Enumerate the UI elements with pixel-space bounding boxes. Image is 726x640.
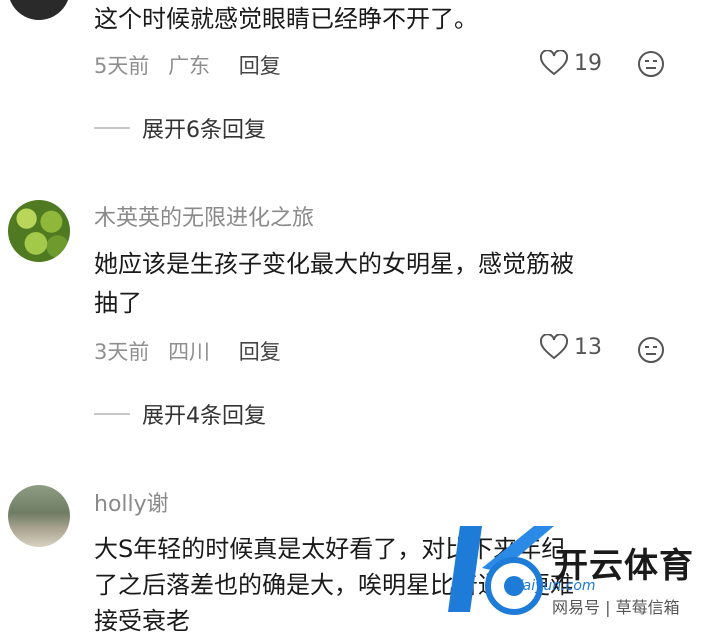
- heart-icon: [540, 334, 568, 360]
- avatar[interactable]: [8, 0, 70, 20]
- like-count: 19: [574, 50, 602, 76]
- comment-text-line-2: 抽了: [94, 289, 142, 317]
- username[interactable]: holly谢: [94, 486, 169, 518]
- heart-icon: [540, 50, 568, 76]
- like-button[interactable]: 19: [540, 50, 602, 76]
- comment-time: 5天前: [94, 54, 150, 78]
- expand-replies[interactable]: 展开6条回复: [94, 112, 266, 144]
- comment-meta: 5天前 广东 回复: [94, 50, 293, 80]
- avatar[interactable]: [8, 200, 70, 262]
- like-count: 13: [574, 334, 602, 360]
- username[interactable]: 木英英的无限进化之旅: [94, 200, 314, 232]
- watermark-sub: 网易号 | 草莓信箱: [552, 598, 680, 617]
- expand-label: 展开6条回复: [142, 118, 266, 143]
- comment-location: 四川: [168, 340, 211, 364]
- comment-text-line-1: 她应该是生孩子变化最大的女明星，感觉筋被: [94, 250, 574, 278]
- avatar[interactable]: [8, 485, 70, 547]
- comment-location: 广东: [168, 54, 211, 78]
- comment-text: 这个时候就感觉眼睛已经睁不开了。: [94, 5, 478, 33]
- watermark: 开云体育 Kaiyun.com 网易号 | 草莓信箱: [444, 520, 726, 624]
- reply-button[interactable]: 回复: [239, 340, 281, 364]
- dislike-face-icon[interactable]: [637, 336, 665, 364]
- dislike-face-icon[interactable]: [637, 50, 665, 78]
- expand-label: 展开4条回复: [142, 404, 266, 429]
- expand-replies[interactable]: 展开4条回复: [94, 398, 266, 430]
- watermark-url: Kaiyun.com: [514, 578, 596, 594]
- comment-time: 3天前: [94, 340, 150, 364]
- comment-meta: 3天前 四川 回复: [94, 336, 293, 366]
- like-button[interactable]: 13: [540, 334, 602, 360]
- kaiyun-logo: [448, 526, 554, 615]
- divider-line: [94, 127, 130, 129]
- divider-line: [94, 413, 130, 415]
- reply-button[interactable]: 回复: [239, 54, 281, 78]
